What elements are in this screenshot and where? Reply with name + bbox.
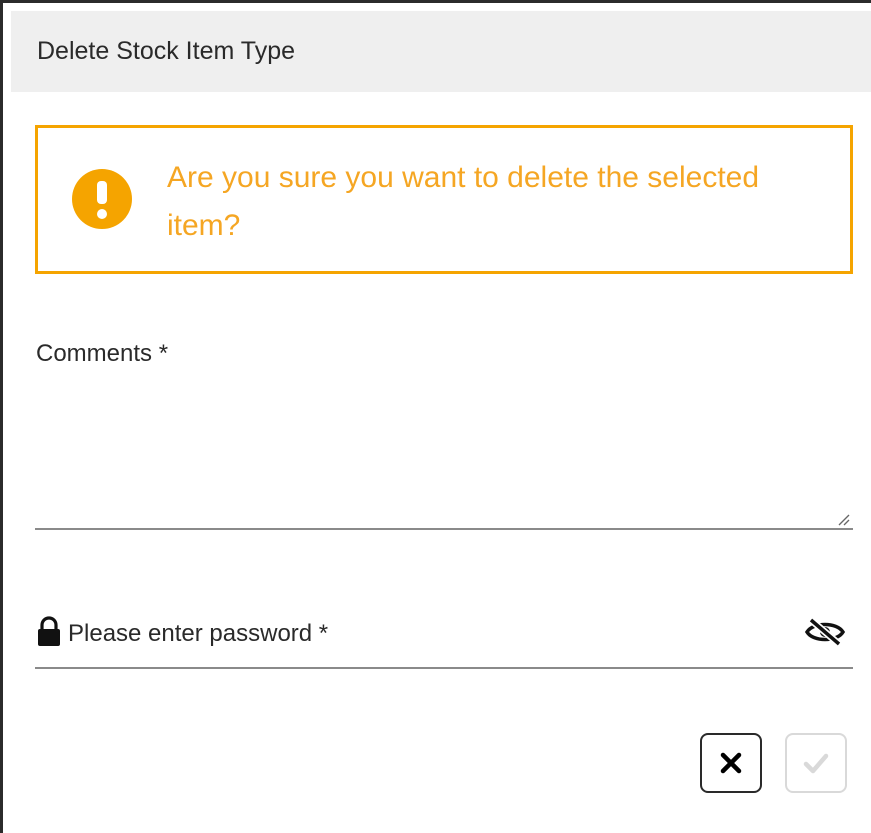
confirm-button[interactable] bbox=[785, 733, 847, 793]
dialog-title: Delete Stock Item Type bbox=[37, 37, 295, 65]
lock-icon bbox=[38, 616, 60, 646]
dialog-left-border bbox=[0, 0, 3, 833]
eye-slash-icon[interactable] bbox=[803, 616, 847, 648]
cancel-button[interactable] bbox=[700, 733, 762, 793]
check-icon bbox=[803, 753, 829, 774]
warning-alert: Are you sure you want to delete the sele… bbox=[35, 125, 853, 274]
password-field-row bbox=[35, 612, 853, 669]
exclamation-circle-icon bbox=[72, 169, 132, 229]
warning-message: Are you sure you want to delete the sele… bbox=[167, 161, 760, 242]
delete-dialog: Delete Stock Item Type Are you sure you … bbox=[0, 0, 871, 833]
dialog-header: Delete Stock Item Type bbox=[11, 11, 871, 92]
resize-handle-icon[interactable] bbox=[836, 512, 850, 526]
password-input[interactable] bbox=[68, 616, 808, 652]
close-icon bbox=[720, 752, 742, 774]
dialog-top-border bbox=[0, 0, 871, 3]
comments-field[interactable] bbox=[35, 385, 853, 530]
comments-label: Comments * bbox=[36, 340, 169, 367]
